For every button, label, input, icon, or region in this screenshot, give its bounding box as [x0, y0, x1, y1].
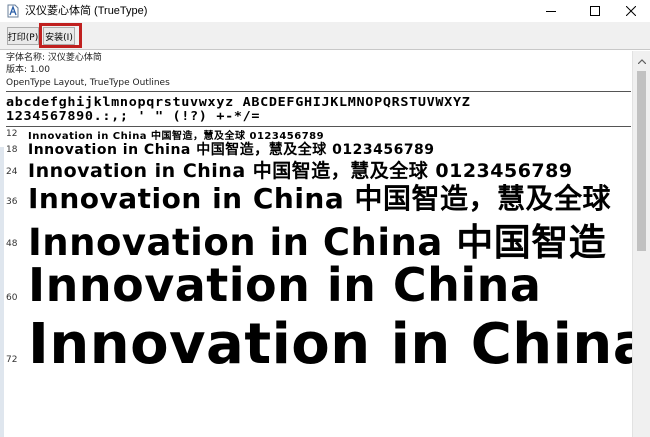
font-viewer-window: 汉仪菱心体简 (TrueType) 打印(P) 安装(I) 字体名称: 汉仪菱心…	[0, 0, 650, 437]
font-version-label: 版本: 1.00	[6, 65, 50, 75]
scrollbar-thumb[interactable]	[637, 71, 646, 251]
background-window-edge	[0, 147, 4, 437]
minimize-button[interactable]	[531, 0, 571, 22]
vertical-scrollbar[interactable]	[632, 51, 650, 437]
sample-size-label: 36	[6, 197, 18, 207]
window-title: 汉仪菱心体简 (TrueType)	[25, 5, 148, 17]
sample-text-36: Innovation in China 中国智造，慧及全球	[28, 182, 612, 215]
sample-size-label: 18	[6, 145, 18, 155]
maximize-button[interactable]	[575, 0, 615, 22]
charset-letters: abcdefghijklmnopqrstuvwxyz ABCDEFGHIJKLM…	[6, 95, 471, 109]
sample-text-60: Innovation in China	[28, 258, 542, 312]
sample-size-label: 24	[6, 167, 18, 177]
font-file-icon	[6, 4, 20, 18]
title-bar[interactable]: 汉仪菱心体简 (TrueType)	[0, 0, 650, 22]
sample-size-label: 60	[6, 293, 18, 303]
sample-text-72: Innovation in China	[28, 312, 650, 377]
minimize-icon	[546, 6, 556, 16]
font-outline-label: OpenType Layout, TrueType Outlines	[6, 78, 170, 88]
close-button[interactable]	[611, 0, 650, 22]
print-button[interactable]: 打印(P)	[7, 27, 39, 45]
sample-size-label: 72	[6, 355, 18, 365]
install-button-highlight	[39, 23, 82, 48]
sample-size-label: 48	[6, 239, 18, 249]
font-name-label: 字体名称: 汉仪菱心体简	[6, 53, 102, 63]
charset-symbols: 1234567890.:,; ' " (!?) +-*/=	[6, 109, 261, 123]
font-preview-area[interactable]: 字体名称: 汉仪菱心体简 版本: 1.00 OpenType Layout, T…	[0, 51, 650, 437]
scroll-up-arrow-icon	[637, 51, 646, 69]
close-icon	[626, 6, 636, 16]
divider	[6, 91, 631, 92]
maximize-icon	[590, 6, 600, 16]
sample-size-label: 12	[6, 129, 18, 139]
scroll-up-button[interactable]	[633, 51, 650, 68]
toolbar: 打印(P) 安装(I)	[0, 22, 650, 50]
